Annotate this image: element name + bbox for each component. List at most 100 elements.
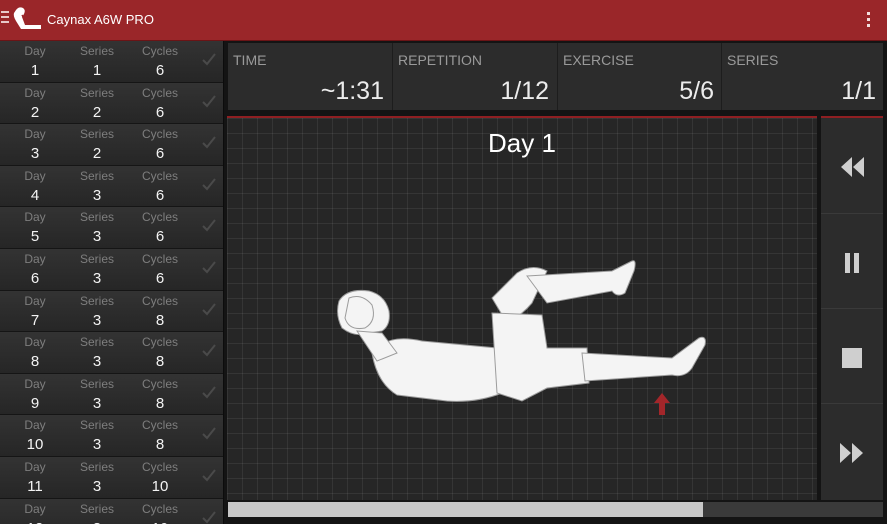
day-day-label: Day (24, 335, 46, 350)
day-series-value: 3 (92, 477, 102, 495)
day-cycles-label: Cycles (141, 501, 178, 516)
check-icon (202, 53, 216, 66)
day-day-label: Day (24, 418, 46, 433)
day-series-value: 3 (92, 311, 102, 329)
day-series-value: 2 (92, 103, 102, 121)
day-series-label: Series (79, 85, 114, 100)
day-cycles-cell: Cycles 6 (130, 166, 190, 205)
day-list-item[interactable]: Day 1 Series 1 Cycles 6 (0, 41, 223, 83)
check-icon (202, 302, 216, 316)
day-cycles-label: Cycles (141, 376, 178, 391)
day-day-value: 11 (27, 477, 43, 495)
day-cycles-value: 6 (155, 269, 165, 287)
stop-icon (842, 348, 862, 368)
day-day-label: Day (24, 293, 46, 308)
day-cycles-label: Cycles (141, 335, 178, 350)
day-cycles-cell: Cycles 6 (130, 83, 190, 122)
day-series-cell: Series 2 (67, 124, 127, 163)
day-list-item[interactable]: Day 4 Series 3 Cycles 6 (0, 165, 223, 208)
day-cycles-value: 6 (155, 103, 165, 121)
day-cycles-value: 6 (155, 228, 165, 246)
stat-series-label: SERIES (727, 52, 779, 68)
day-cycles-value: 10 (130, 520, 190, 524)
day-cycles-label: Cycles (141, 459, 178, 474)
day-list-item[interactable]: Day 10 Series 3 Cycles 8 (0, 415, 223, 457)
day-cycles-cell: Cycles 6 (130, 207, 190, 246)
day-day-cell: Day 7 (5, 291, 65, 330)
day-series-label: Series (79, 44, 114, 58)
arrow-up-icon (654, 393, 670, 415)
stat-time: TIME ~1:31 (228, 43, 392, 110)
day-day-label: Day (24, 251, 46, 266)
day-day-label: Day (24, 501, 46, 516)
day-day-value: 8 (30, 353, 40, 371)
day-series-cell: Series 3 (67, 415, 127, 454)
day-list-item[interactable]: Day 6 Series 3 Cycles 6 (0, 248, 223, 291)
day-cycles-label: Cycles (141, 168, 178, 183)
day-series-cell: Series 3 (67, 332, 127, 371)
day-series-label: Series (79, 251, 114, 266)
stat-series: SERIES 1/1 (721, 43, 884, 110)
day-series-value: 3 (67, 520, 127, 524)
day-cycles-label: Cycles (141, 251, 178, 266)
day-day-cell: Day 1 (5, 41, 65, 80)
overflow-menu-icon[interactable] (867, 12, 871, 28)
workout-progress-fill (228, 502, 703, 517)
day-cycles-value: 6 (155, 186, 165, 204)
day-cycles-label: Cycles (141, 210, 178, 225)
stat-exercise-value: 5/6 (679, 77, 714, 105)
exercise-figure (337, 260, 706, 415)
check-icon (202, 510, 216, 524)
day-cycles-cell: Cycles 10 (130, 499, 190, 524)
day-day-label: Day (24, 85, 46, 100)
exercise-stage: Day 1 (227, 116, 817, 500)
day-day-cell: Day 9 (5, 374, 65, 413)
app-logo-icon[interactable] (10, 3, 44, 37)
day-cycles-cell: Cycles 6 (130, 41, 190, 80)
day-day-value: 12 (5, 520, 65, 524)
fast-forward-icon (840, 443, 863, 463)
stat-time-value: ~1:31 (320, 77, 384, 105)
day-cycles-cell: Cycles 6 (130, 249, 190, 288)
day-list-item[interactable]: Day 8 Series 3 Cycles 8 (0, 332, 223, 374)
day-series-label: Series (79, 293, 114, 308)
fast-forward-button[interactable] (821, 403, 883, 501)
day-day-value: 9 (30, 394, 40, 412)
pause-button[interactable] (821, 213, 883, 309)
day-series-label: Series (79, 376, 114, 391)
day-day-cell: Day 12 (5, 499, 65, 524)
day-day-cell: Day 6 (5, 249, 65, 288)
day-cycles-label: Cycles (141, 44, 178, 58)
day-list-item[interactable]: Day 7 Series 3 Cycles 8 (0, 290, 223, 333)
day-series-cell: Series 3 (67, 291, 127, 330)
menu-icon[interactable] (1, 11, 9, 27)
stat-exercise: EXERCISE 5/6 (557, 43, 722, 110)
day-list-item[interactable]: Day 3 Series 2 Cycles 6 (0, 124, 223, 166)
day-list[interactable]: Day 1 Series 1 Cycles 6 Day 2 Series 2 Cycles 6 Day 3… (0, 41, 224, 524)
day-series-label: Series (79, 210, 114, 225)
day-day-cell: Day 10 (5, 415, 65, 454)
day-cycles-cell: Cycles 10 (130, 457, 190, 496)
day-list-item[interactable]: Day 2 Series 2 Cycles 6 (0, 82, 223, 125)
day-day-cell: Day 2 (5, 83, 65, 122)
stat-exercise-label: EXERCISE (563, 52, 634, 68)
day-series-label: Series (79, 459, 114, 474)
day-series-label: Series (79, 168, 114, 183)
check-icon (202, 178, 216, 191)
day-day-cell: Day 11 (5, 457, 65, 496)
day-day-cell: Day 8 (5, 332, 65, 371)
stop-button[interactable] (821, 308, 883, 404)
exercise-day-title: Day 1 (488, 128, 556, 158)
day-series-label: Series (79, 501, 114, 516)
day-list-item[interactable]: Day 12 Series 3 Cycles 10 (0, 498, 223, 524)
check-icon (202, 386, 216, 399)
day-list-item[interactable]: Day 11 Series 3 Cycles 10 (0, 456, 223, 499)
day-cycles-label: Cycles (141, 418, 178, 433)
day-list-item[interactable]: Day 9 Series 3 Cycles 8 (0, 373, 223, 416)
day-series-cell: Series 3 (67, 499, 127, 524)
day-day-value: 6 (30, 269, 40, 287)
check-icon (202, 261, 216, 274)
day-list-item[interactable]: Day 5 Series 3 Cycles 6 (0, 207, 223, 249)
rewind-button[interactable] (821, 118, 883, 213)
playback-controls (821, 116, 883, 500)
